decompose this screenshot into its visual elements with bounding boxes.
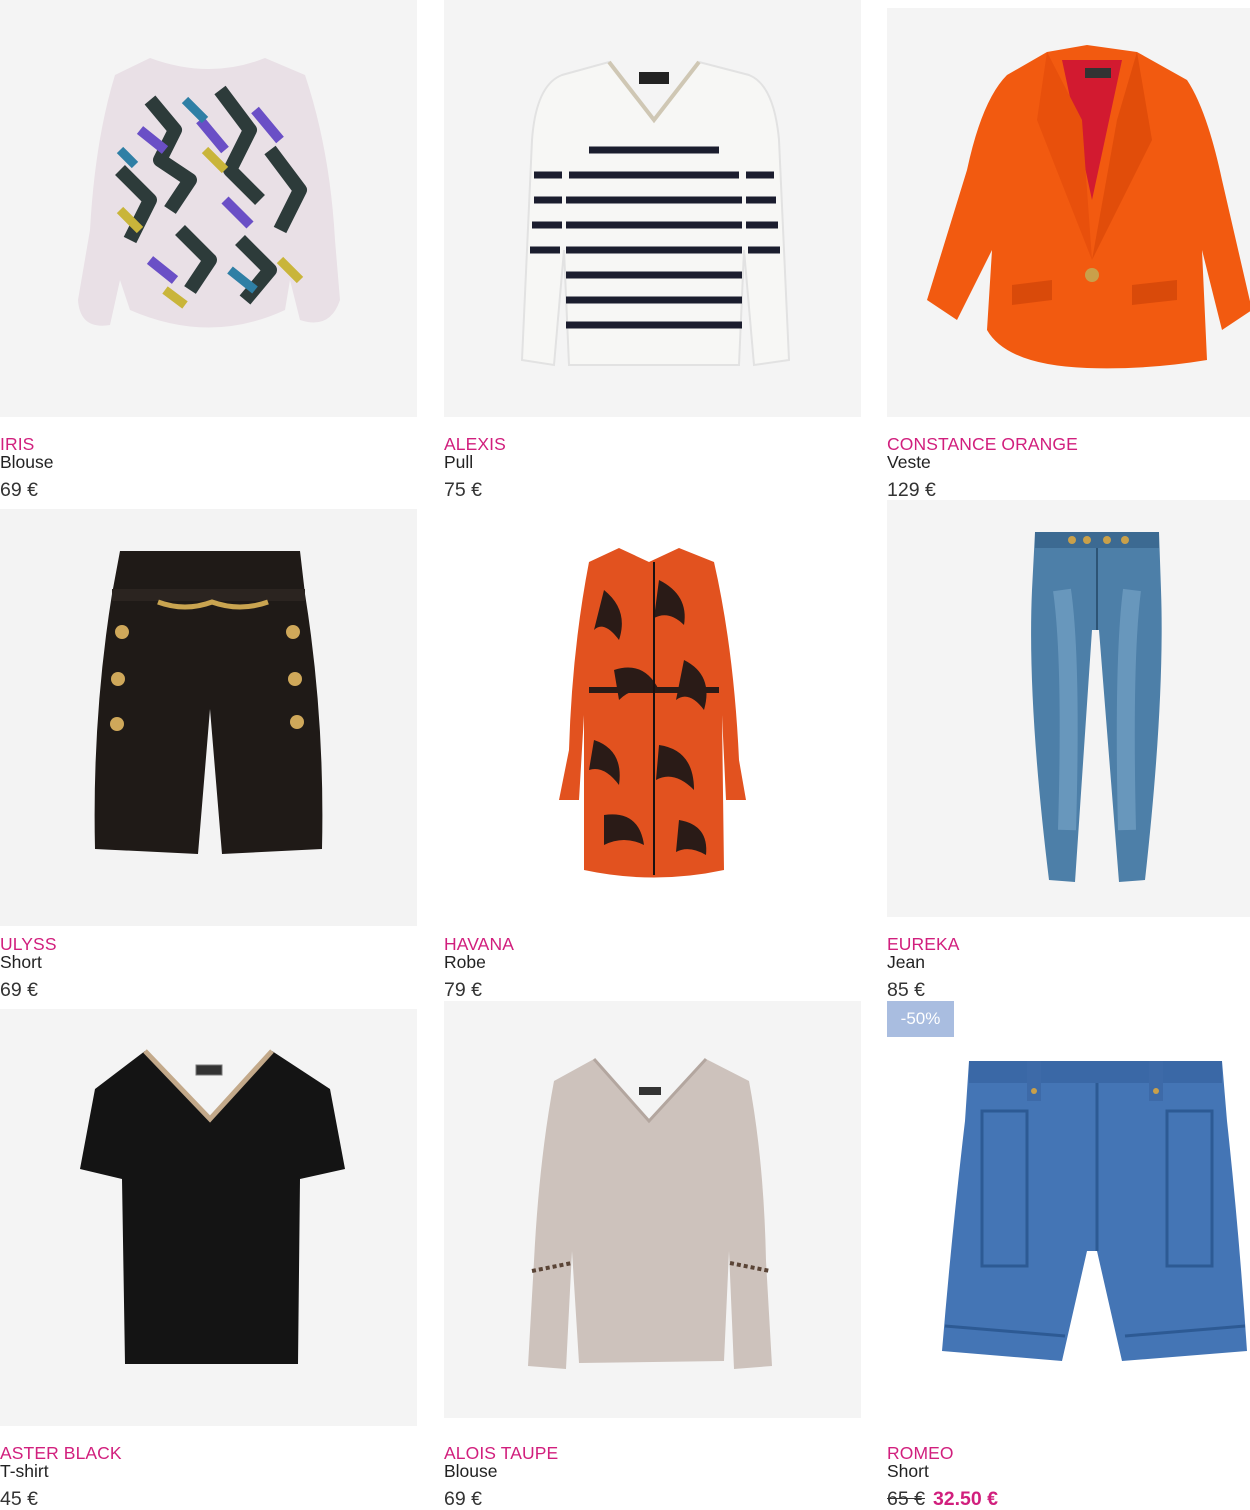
product-card: -50% ROMEO Short 65 € 32.50 € (887, 1001, 1250, 1509)
product-card: IRIS Blouse 69 € (0, 0, 417, 500)
product-image-dress[interactable] (444, 500, 861, 917)
jeans-illustration (1031, 532, 1162, 882)
price-value: 69 € (444, 1488, 482, 1510)
patterned-dress-illustration (559, 548, 746, 878)
product-price: 69 € (0, 980, 417, 1000)
sale-price: 32.50 € (932, 1488, 999, 1510)
price-value: 79 € (444, 979, 482, 1001)
product-price: 75 € (444, 480, 861, 500)
product-name[interactable]: ASTER BLACK (0, 1444, 417, 1462)
price-value: 129 € (887, 479, 936, 501)
product-name[interactable]: ALOIS TAUPE (444, 1444, 861, 1462)
discount-badge: -50% (887, 1001, 954, 1037)
product-card: EUREKA Jean 85 € (887, 500, 1250, 1000)
patterned-blouse-illustration (78, 58, 340, 328)
product-image-shorts[interactable] (0, 509, 417, 926)
product-card: ULYSS Short 69 € (0, 500, 417, 1000)
product-name[interactable]: IRIS (0, 435, 417, 453)
product-type: Blouse (444, 1461, 498, 1481)
product-type: Short (0, 952, 42, 972)
product-type: T-shirt (0, 1461, 49, 1481)
product-image-blouse[interactable] (0, 0, 417, 417)
product-price: 45 € (0, 1489, 417, 1509)
product-type: Short (887, 1461, 929, 1481)
product-price: 79 € (444, 980, 861, 1000)
price-value: 69 € (0, 979, 38, 1001)
price-value: 45 € (0, 1488, 38, 1510)
product-price: 129 € (887, 480, 1250, 500)
product-image-jeans[interactable] (887, 500, 1250, 917)
product-name[interactable]: ROMEO (887, 1444, 1250, 1462)
black-tshirt-illustration (80, 1049, 345, 1364)
product-image-blouse[interactable] (444, 1001, 861, 1418)
striped-sweater-illustration (520, 60, 791, 367)
product-price: 69 € (0, 480, 417, 500)
price-value: 69 € (0, 479, 38, 501)
product-card: ALOIS TAUPE Blouse 69 € (444, 1001, 861, 1509)
product-name[interactable]: ALEXIS (444, 435, 861, 453)
black-shorts-illustration (0, 509, 417, 926)
product-type: Pull (444, 452, 474, 472)
product-card: CONSTANCE ORANGE Veste 129 € (887, 0, 1250, 500)
product-card: ALEXIS Pull 75 € (444, 0, 861, 500)
product-name[interactable]: HAVANA (444, 935, 861, 953)
product-name[interactable]: CONSTANCE ORANGE (887, 435, 1250, 453)
product-price: 69 € (444, 1489, 861, 1509)
original-price: 65 € (887, 1488, 925, 1510)
product-type: Robe (444, 952, 486, 972)
product-image-jacket[interactable] (887, 0, 1250, 417)
product-type: Blouse (0, 452, 54, 472)
product-name[interactable]: EUREKA (887, 935, 1250, 953)
product-image-shorts[interactable]: -50% (887, 1001, 1250, 1418)
product-type: Veste (887, 452, 931, 472)
taupe-blouse-illustration (528, 1057, 772, 1369)
product-type: Jean (887, 952, 925, 972)
denim-shorts-illustration (942, 1061, 1247, 1361)
product-price: 65 € 32.50 € (887, 1489, 1250, 1509)
product-card: ASTER BLACK T-shirt 45 € (0, 1009, 417, 1509)
product-card: HAVANA Robe 79 € (444, 500, 861, 1000)
product-image-tshirt[interactable] (0, 1009, 417, 1426)
price-value: 75 € (444, 479, 482, 501)
product-image-sweater[interactable] (444, 0, 861, 417)
product-name[interactable]: ULYSS (0, 935, 417, 953)
price-value: 85 € (887, 979, 925, 1001)
product-price: 85 € (887, 980, 1250, 1000)
orange-blazer-illustration (887, 8, 1250, 417)
